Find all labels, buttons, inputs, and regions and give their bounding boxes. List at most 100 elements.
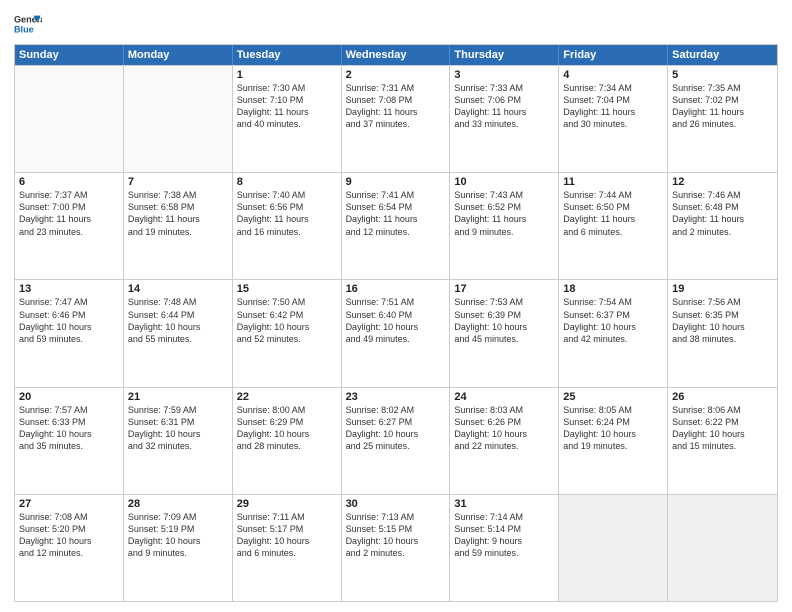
calendar-cell: 16Sunrise: 7:51 AMSunset: 6:40 PMDayligh… [342, 280, 451, 386]
cell-line: Daylight: 10 hours [346, 535, 446, 547]
logo-icon: General Blue [14, 10, 42, 38]
cell-line: Sunrise: 8:00 AM [237, 404, 337, 416]
cell-line: Sunset: 6:42 PM [237, 309, 337, 321]
calendar-cell: 31Sunrise: 7:14 AMSunset: 5:14 PMDayligh… [450, 495, 559, 601]
calendar-cell: 14Sunrise: 7:48 AMSunset: 6:44 PMDayligh… [124, 280, 233, 386]
cell-line: and 19 minutes. [128, 226, 228, 238]
calendar-header-row: SundayMondayTuesdayWednesdayThursdayFrid… [15, 45, 777, 65]
cell-line: Sunrise: 7:34 AM [563, 82, 663, 94]
calendar-header-cell: Sunday [15, 45, 124, 65]
cell-line: Sunset: 5:19 PM [128, 523, 228, 535]
day-number: 16 [346, 283, 446, 295]
calendar-cell: 9Sunrise: 7:41 AMSunset: 6:54 PMDaylight… [342, 173, 451, 279]
cell-line: Sunset: 6:54 PM [346, 201, 446, 213]
cell-line: Daylight: 11 hours [128, 213, 228, 225]
cell-line: Daylight: 11 hours [237, 213, 337, 225]
day-number: 21 [128, 391, 228, 403]
cell-line: Daylight: 10 hours [346, 428, 446, 440]
day-number: 24 [454, 391, 554, 403]
cell-line: Sunrise: 7:53 AM [454, 296, 554, 308]
calendar-week-row: 20Sunrise: 7:57 AMSunset: 6:33 PMDayligh… [15, 387, 777, 494]
day-number: 31 [454, 498, 554, 510]
cell-line: Sunset: 6:50 PM [563, 201, 663, 213]
day-number: 26 [672, 391, 773, 403]
cell-line: Sunset: 6:33 PM [19, 416, 119, 428]
calendar-cell: 15Sunrise: 7:50 AMSunset: 6:42 PMDayligh… [233, 280, 342, 386]
cell-line: Sunrise: 7:31 AM [346, 82, 446, 94]
calendar-cell: 24Sunrise: 8:03 AMSunset: 6:26 PMDayligh… [450, 388, 559, 494]
cell-line: Daylight: 10 hours [563, 321, 663, 333]
cell-line: Daylight: 11 hours [454, 213, 554, 225]
cell-line: Sunset: 6:37 PM [563, 309, 663, 321]
cell-line: Sunset: 7:04 PM [563, 94, 663, 106]
cell-line: Daylight: 11 hours [237, 106, 337, 118]
day-number: 11 [563, 176, 663, 188]
day-number: 2 [346, 69, 446, 81]
cell-line: Sunrise: 7:09 AM [128, 511, 228, 523]
calendar-cell [124, 66, 233, 172]
cell-line: Daylight: 10 hours [128, 428, 228, 440]
day-number: 25 [563, 391, 663, 403]
cell-line: Sunset: 6:52 PM [454, 201, 554, 213]
calendar-cell: 11Sunrise: 7:44 AMSunset: 6:50 PMDayligh… [559, 173, 668, 279]
cell-line: Sunrise: 7:41 AM [346, 189, 446, 201]
cell-line: Sunset: 7:10 PM [237, 94, 337, 106]
cell-line: Daylight: 11 hours [563, 213, 663, 225]
day-number: 28 [128, 498, 228, 510]
cell-line: Daylight: 10 hours [454, 321, 554, 333]
day-number: 17 [454, 283, 554, 295]
svg-text:Blue: Blue [14, 24, 34, 34]
cell-line: Sunrise: 7:59 AM [128, 404, 228, 416]
calendar-cell: 25Sunrise: 8:05 AMSunset: 6:24 PMDayligh… [559, 388, 668, 494]
day-number: 18 [563, 283, 663, 295]
cell-line: and 22 minutes. [454, 440, 554, 452]
calendar-cell: 20Sunrise: 7:57 AMSunset: 6:33 PMDayligh… [15, 388, 124, 494]
cell-line: Sunrise: 7:46 AM [672, 189, 773, 201]
cell-line: Sunrise: 7:08 AM [19, 511, 119, 523]
day-number: 20 [19, 391, 119, 403]
cell-line: and 49 minutes. [346, 333, 446, 345]
calendar-body: 1Sunrise: 7:30 AMSunset: 7:10 PMDaylight… [15, 65, 777, 601]
cell-line: Sunrise: 7:54 AM [563, 296, 663, 308]
cell-line: and 30 minutes. [563, 118, 663, 130]
day-number: 6 [19, 176, 119, 188]
cell-line: Sunset: 5:15 PM [346, 523, 446, 535]
calendar-cell: 26Sunrise: 8:06 AMSunset: 6:22 PMDayligh… [668, 388, 777, 494]
calendar-week-row: 1Sunrise: 7:30 AMSunset: 7:10 PMDaylight… [15, 65, 777, 172]
cell-line: Sunrise: 7:48 AM [128, 296, 228, 308]
calendar-cell: 2Sunrise: 7:31 AMSunset: 7:08 PMDaylight… [342, 66, 451, 172]
cell-line: Sunset: 5:20 PM [19, 523, 119, 535]
cell-line: Sunrise: 7:11 AM [237, 511, 337, 523]
day-number: 12 [672, 176, 773, 188]
cell-line: Sunset: 5:17 PM [237, 523, 337, 535]
cell-line: Sunset: 6:24 PM [563, 416, 663, 428]
cell-line: Daylight: 11 hours [454, 106, 554, 118]
calendar-cell: 8Sunrise: 7:40 AMSunset: 6:56 PMDaylight… [233, 173, 342, 279]
cell-line: Sunset: 7:00 PM [19, 201, 119, 213]
cell-line: and 28 minutes. [237, 440, 337, 452]
cell-line: Sunrise: 8:02 AM [346, 404, 446, 416]
cell-line: and 32 minutes. [128, 440, 228, 452]
cell-line: Sunrise: 8:06 AM [672, 404, 773, 416]
calendar-cell: 6Sunrise: 7:37 AMSunset: 7:00 PMDaylight… [15, 173, 124, 279]
cell-line: Daylight: 10 hours [237, 321, 337, 333]
day-number: 7 [128, 176, 228, 188]
cell-line: Daylight: 11 hours [346, 213, 446, 225]
header: General Blue [14, 10, 778, 38]
calendar-cell: 19Sunrise: 7:56 AMSunset: 6:35 PMDayligh… [668, 280, 777, 386]
cell-line: Daylight: 10 hours [672, 428, 773, 440]
calendar-cell: 7Sunrise: 7:38 AMSunset: 6:58 PMDaylight… [124, 173, 233, 279]
cell-line: Daylight: 9 hours [454, 535, 554, 547]
cell-line: and 15 minutes. [672, 440, 773, 452]
cell-line: Sunset: 5:14 PM [454, 523, 554, 535]
day-number: 15 [237, 283, 337, 295]
calendar-header-cell: Wednesday [342, 45, 451, 65]
logo: General Blue [14, 10, 42, 38]
cell-line: Sunset: 6:56 PM [237, 201, 337, 213]
cell-line: Sunrise: 7:13 AM [346, 511, 446, 523]
calendar-cell: 5Sunrise: 7:35 AMSunset: 7:02 PMDaylight… [668, 66, 777, 172]
cell-line: and 59 minutes. [454, 547, 554, 559]
day-number: 29 [237, 498, 337, 510]
calendar-cell: 18Sunrise: 7:54 AMSunset: 6:37 PMDayligh… [559, 280, 668, 386]
day-number: 23 [346, 391, 446, 403]
